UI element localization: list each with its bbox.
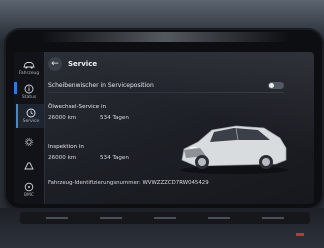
wiper-service-row[interactable]: Scheibenwischer in Serviceposition [48, 78, 284, 93]
rail-label: Status [21, 95, 37, 100]
vehicle-image [180, 125, 288, 174]
wiper-service-toggle[interactable] [268, 81, 284, 89]
touch-mark [262, 217, 284, 219]
rail-item-settings[interactable] [16, 130, 42, 154]
oil-service-title: Ölwechsel-Service in [48, 104, 107, 110]
inspection-distance: 26000 km [48, 155, 77, 161]
rail-label: BMC [23, 193, 35, 198]
infotainment-screen: Fahrzeug Status Service BMC ← Service Sc… [14, 52, 314, 204]
car-icon [23, 62, 35, 69]
touch-mark [208, 217, 230, 219]
screen-header: ← Service [48, 56, 97, 72]
rail-item-service[interactable]: Service [16, 104, 44, 128]
bezel-glare [40, 32, 290, 42]
rail-item-bmc[interactable]: BMC [16, 178, 42, 202]
toggle-knob [269, 82, 274, 88]
touch-mark [154, 217, 176, 219]
inspection-days: 534 Tagen [100, 155, 129, 161]
rail-item-fahrzeug[interactable]: Fahrzeug [16, 56, 42, 80]
rail-item-status[interactable]: Status [16, 80, 42, 104]
clock-icon [26, 108, 36, 118]
touch-mark [100, 217, 122, 219]
hazard-indicator [296, 233, 304, 236]
rail-label: Fahrzeug [18, 71, 40, 76]
gear-icon [24, 137, 34, 146]
drive-icon [24, 162, 34, 169]
vin-text: Fahrzeug-Identifizierungsnummer: WVWZZZC… [48, 180, 209, 186]
rail-item-drive[interactable] [16, 154, 42, 178]
oil-service-days: 534 Tagen [100, 115, 129, 121]
oil-service-distance: 26000 km [48, 115, 77, 121]
touch-mark [46, 217, 68, 219]
nav-rail: Fahrzeug Status Service BMC [14, 52, 45, 204]
inspection-title: Inspektion in [48, 144, 84, 150]
rail-label: Service [22, 119, 40, 124]
steering-icon [24, 182, 34, 192]
back-button[interactable]: ← [48, 57, 62, 71]
back-arrow-icon: ← [51, 58, 59, 69]
info-icon [24, 84, 34, 94]
wiper-service-label: Scheibenwischer in Serviceposition [48, 81, 154, 89]
page-title: Service [68, 60, 98, 68]
